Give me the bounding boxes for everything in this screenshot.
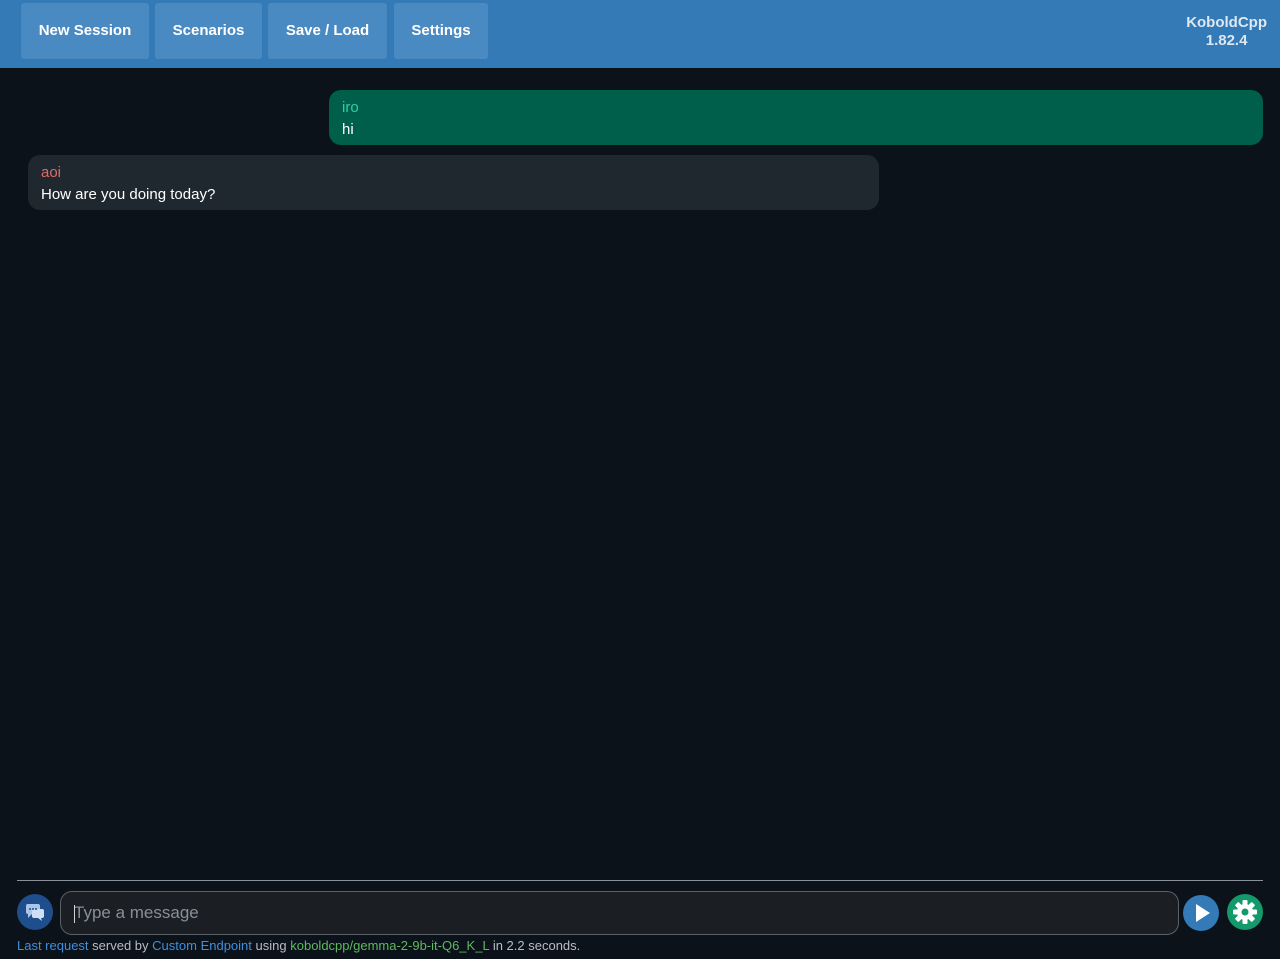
- app-version: 1.82.4: [1205, 32, 1248, 49]
- gear-icon: [1233, 900, 1257, 924]
- text-caret: [74, 905, 75, 923]
- input-divider: [17, 880, 1263, 881]
- using-text: using: [255, 938, 287, 953]
- top-navbar: New Session Scenarios Save / Load Settin…: [0, 0, 1280, 68]
- message-sender: iro: [342, 99, 359, 116]
- app-brand: KoboldCpp 1.82.4: [1186, 14, 1267, 50]
- save-load-button[interactable]: Save / Load: [268, 3, 387, 59]
- play-icon: [1196, 904, 1210, 922]
- response-time-text: in 2.2 seconds.: [492, 938, 581, 953]
- status-line: Last request served by Custom Endpoint u…: [17, 938, 580, 953]
- chat-bubbles-icon: [26, 904, 44, 921]
- last-request-link[interactable]: Last request: [17, 938, 89, 953]
- served-by-text: served by: [92, 938, 149, 953]
- send-button[interactable]: [1183, 895, 1219, 931]
- message-text: hi: [342, 121, 354, 138]
- settings-button[interactable]: Settings: [394, 3, 488, 59]
- user-message-bubble[interactable]: iro hi: [329, 90, 1263, 145]
- new-session-button[interactable]: New Session: [21, 3, 149, 59]
- app-name: KoboldCpp: [1186, 14, 1267, 31]
- message-input[interactable]: [74, 892, 1164, 934]
- message-text: How are you doing today?: [41, 186, 216, 203]
- message-input-box[interactable]: [60, 891, 1179, 935]
- ai-message-bubble[interactable]: aoi How are you doing today?: [28, 155, 879, 210]
- message-sender: aoi: [41, 164, 62, 181]
- chat-mode-button[interactable]: [17, 894, 53, 930]
- endpoint-link[interactable]: Custom Endpoint: [152, 938, 252, 953]
- chat-settings-button[interactable]: [1227, 894, 1263, 930]
- scenarios-button[interactable]: Scenarios: [155, 3, 262, 59]
- model-name: koboldcpp/gemma-2-9b-it-Q6_K_L: [290, 938, 490, 953]
